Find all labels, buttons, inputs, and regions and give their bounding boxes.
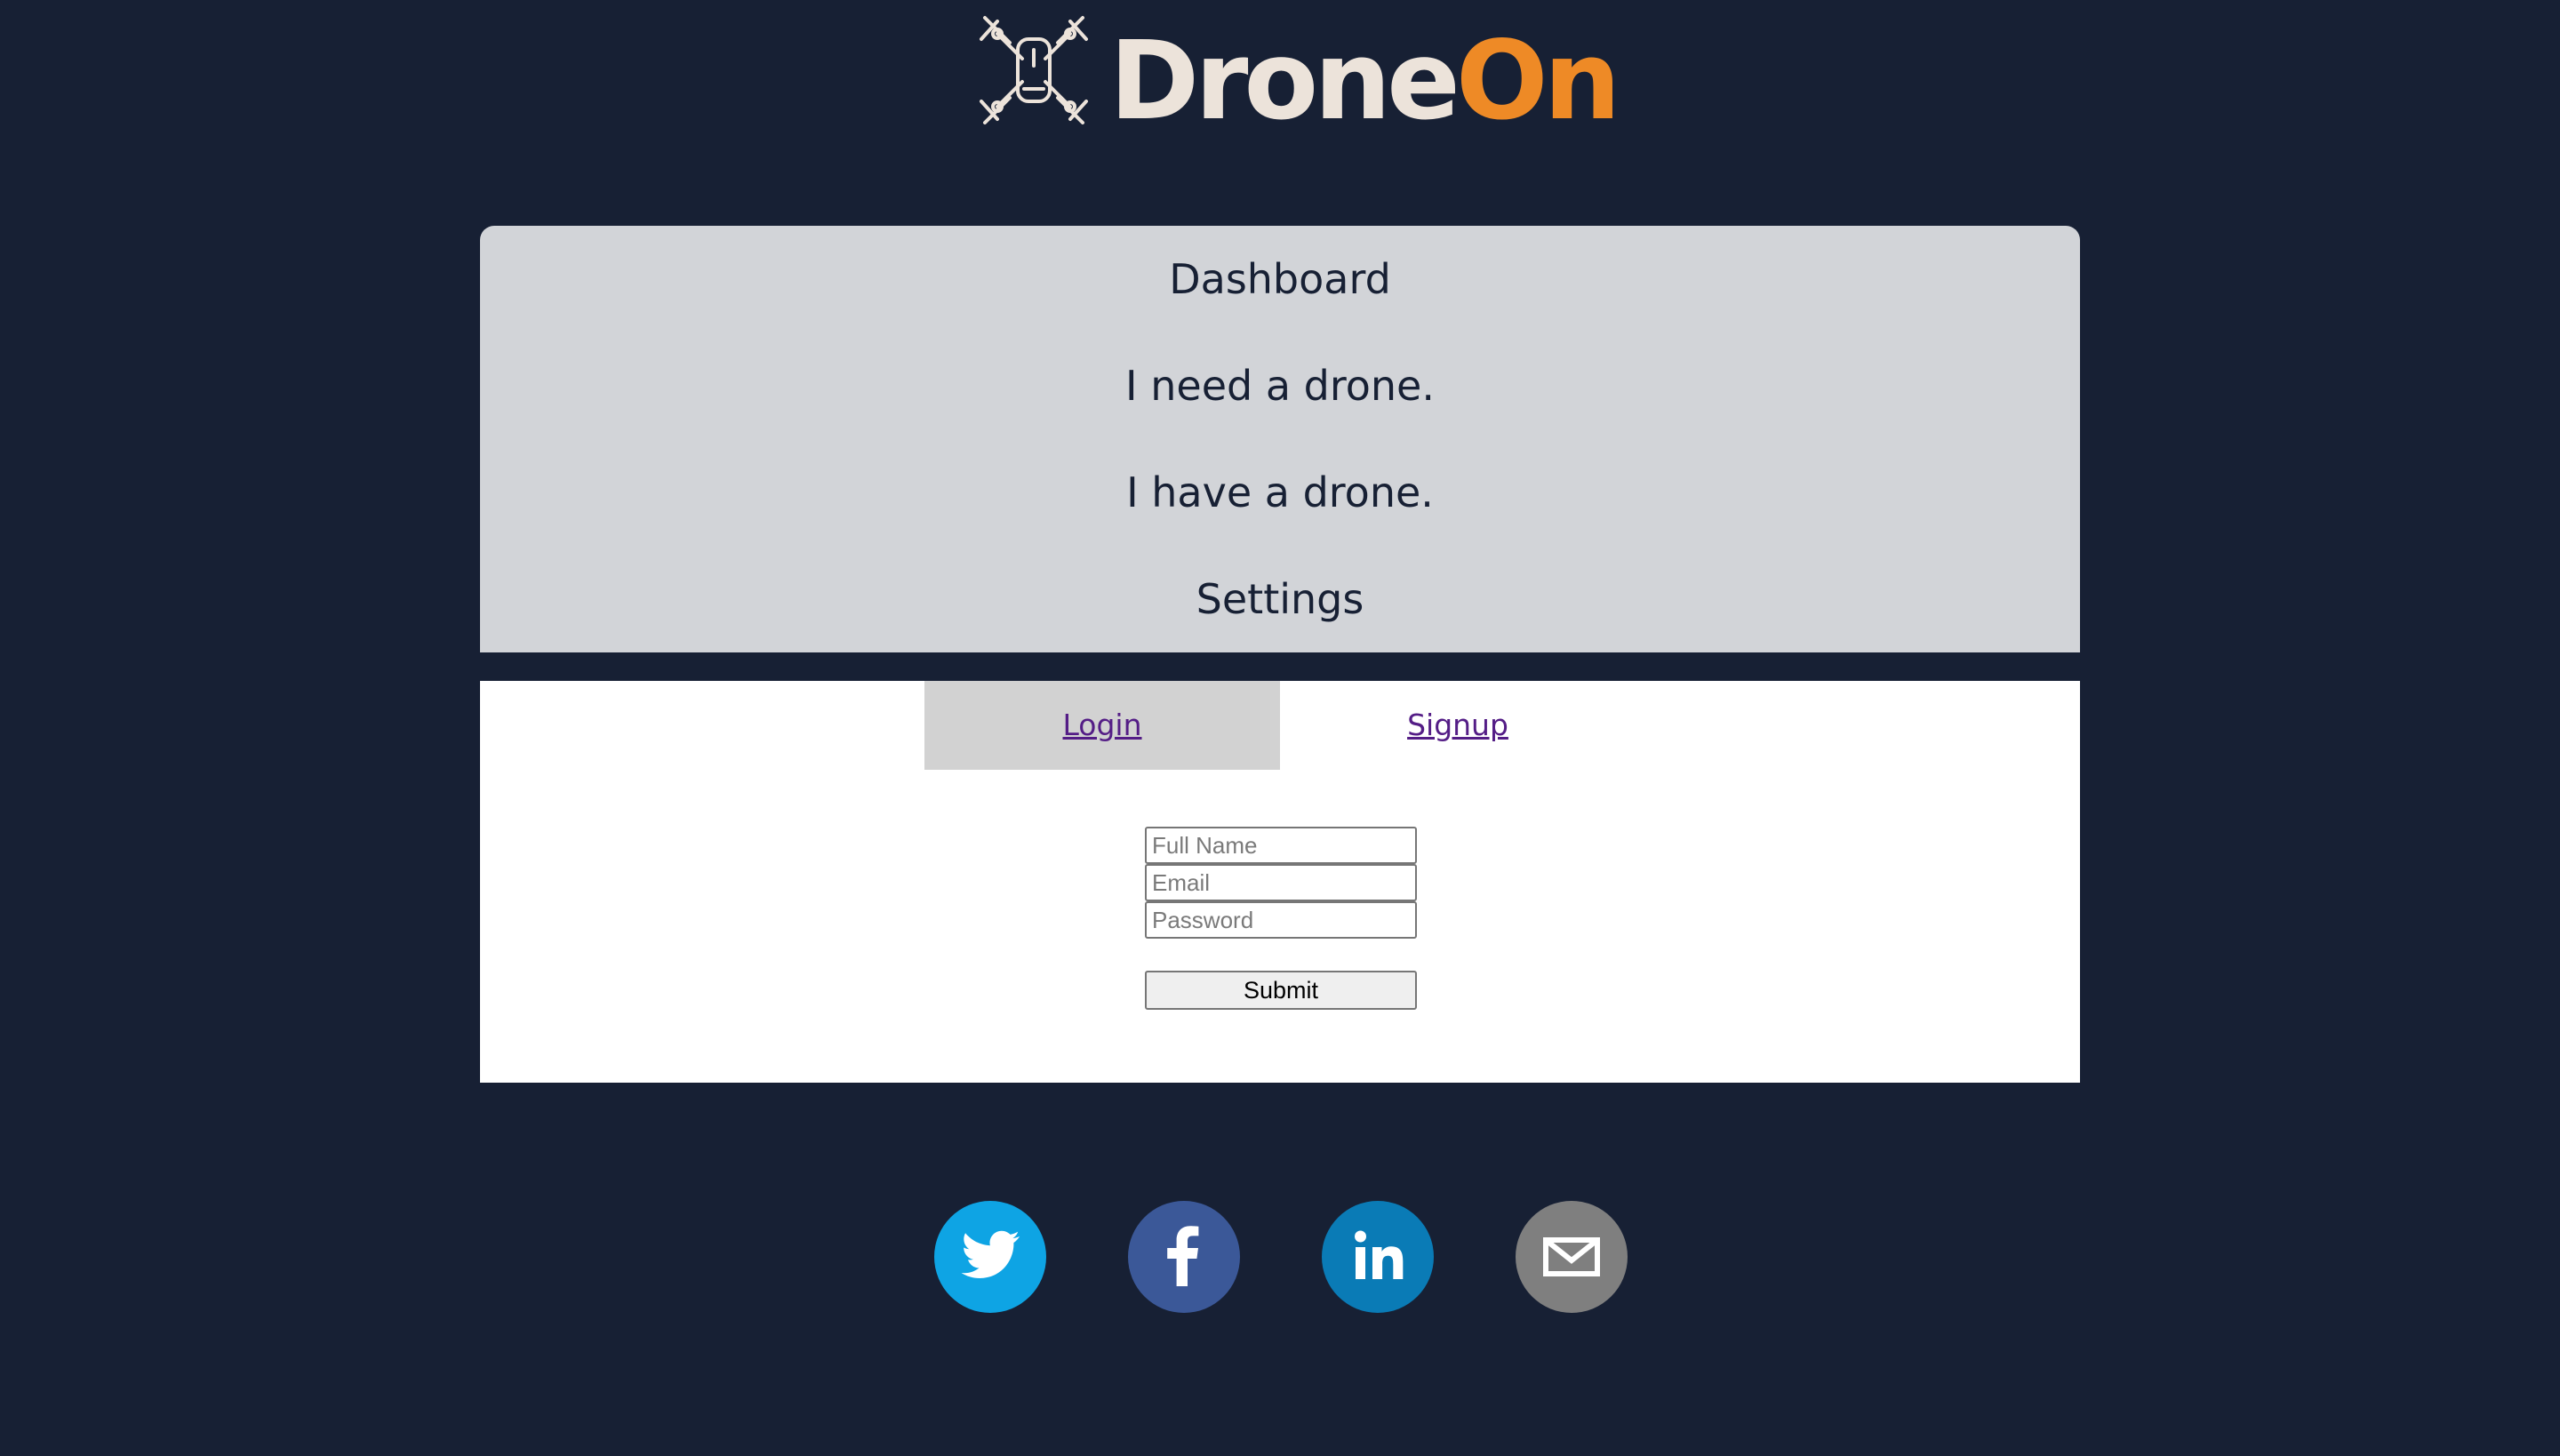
facebook-button[interactable] [1128,1201,1240,1313]
linkedin-icon [1322,1201,1434,1313]
brand-name-part1: Drone [1109,18,1460,144]
email-button[interactable] [1516,1201,1628,1313]
menu-item-need-drone[interactable]: I need a drone. [480,332,2080,439]
full-name-input[interactable] [1145,827,1417,864]
twitter-icon [934,1201,1046,1313]
tab-signup[interactable]: Signup [1280,681,1636,770]
tab-login[interactable]: Login [924,681,1280,770]
menu-item-settings[interactable]: Settings [480,546,2080,652]
password-input[interactable] [1145,901,1417,939]
menu-item-dashboard[interactable]: Dashboard [480,226,2080,332]
brand-name: DroneOn [1109,23,1620,139]
drone-icon [980,16,1088,124]
email-input[interactable] [1145,864,1417,901]
auth-panel: Login Signup Submit [480,681,2080,1083]
facebook-icon [1128,1201,1240,1313]
linkedin-button[interactable] [1322,1201,1434,1313]
mail-icon [1516,1201,1628,1313]
brand-name-part2: On [1455,18,1621,144]
main-menu: Dashboard I need a drone. I have a drone… [480,226,2080,652]
site-header: DroneOn [0,0,2560,178]
twitter-button[interactable] [934,1201,1046,1313]
menu-item-have-drone[interactable]: I have a drone. [480,439,2080,546]
submit-button[interactable]: Submit [1145,971,1417,1010]
